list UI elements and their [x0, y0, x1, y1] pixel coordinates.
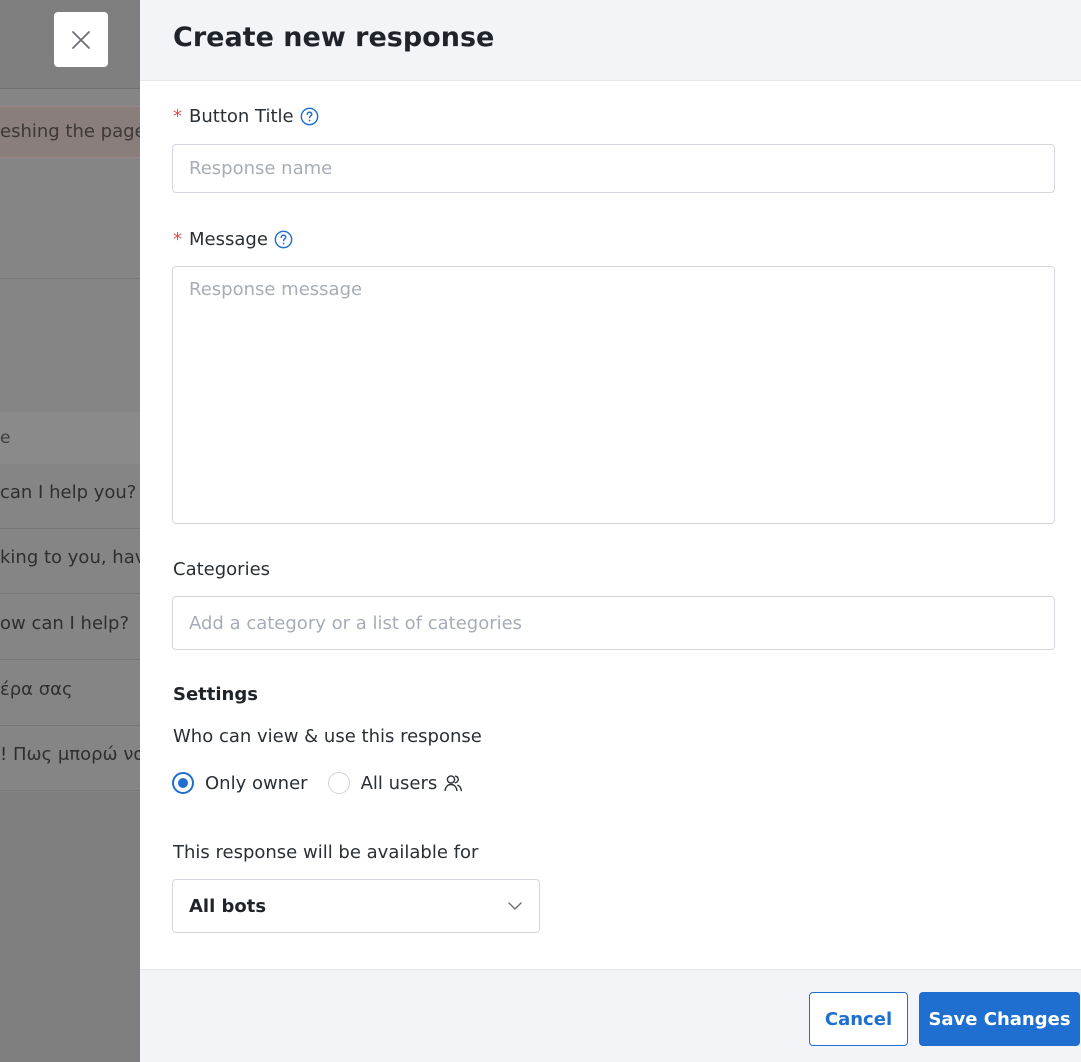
visibility-radio-group: Only owner All users: [172, 772, 483, 794]
settings-title: Settings: [173, 684, 258, 705]
background-divider: [0, 88, 140, 89]
background-divider: [0, 278, 140, 279]
radio-option-only-owner[interactable]: Only owner: [172, 772, 308, 794]
background-table-header: e: [0, 412, 140, 464]
help-circle-icon[interactable]: [300, 107, 319, 126]
users-icon: [444, 775, 463, 792]
background-row: king to you, have: [0, 529, 140, 594]
background-row-text: can I help you?: [0, 482, 137, 503]
radio-all-users-label: All users: [360, 772, 438, 794]
background-row: ! Πως μπορώ να: [0, 726, 140, 791]
button-title-label: * Button Title: [173, 106, 319, 127]
cancel-button[interactable]: Cancel: [809, 992, 908, 1046]
background-row: έρα σας: [0, 661, 140, 726]
drawer-title: Create new response: [173, 22, 495, 53]
background-row: can I help you?: [0, 464, 140, 529]
message-textarea[interactable]: [172, 266, 1055, 524]
required-mark: *: [173, 229, 182, 250]
availability-select[interactable]: All bots: [172, 879, 540, 933]
radio-only-owner-label: Only owner: [205, 772, 308, 794]
availability-select-value: All bots: [189, 895, 267, 917]
close-drawer-button[interactable]: [54, 12, 108, 67]
help-circle-icon[interactable]: [274, 230, 293, 249]
required-mark: *: [173, 106, 182, 127]
categories-label-text: Categories: [173, 559, 271, 580]
background-row-text: έρα σας: [0, 679, 73, 700]
save-changes-button[interactable]: Save Changes: [919, 992, 1080, 1046]
message-label: * Message: [173, 229, 293, 250]
background-table-header-text: e: [0, 428, 11, 448]
background-row: ow can I help?: [0, 595, 140, 660]
radio-only-owner[interactable]: [172, 772, 194, 794]
drawer-footer: Cancel Save Changes: [140, 969, 1081, 1062]
drawer-header: Create new response: [140, 0, 1081, 81]
background-page: eshing the page e can I help you? king t…: [0, 0, 140, 1062]
close-icon: [72, 30, 90, 49]
background-banner: eshing the page: [0, 106, 140, 158]
background-row-text: ! Πως μπορώ να: [0, 744, 140, 765]
radio-option-all-users[interactable]: All users: [327, 772, 464, 794]
availability-label: This response will be available for: [173, 842, 479, 863]
button-title-input[interactable]: [172, 144, 1055, 193]
background-banner-text: eshing the page: [0, 121, 140, 142]
chevron-down-icon: [508, 902, 522, 910]
categories-input[interactable]: [172, 596, 1055, 650]
message-label-text: Message: [189, 229, 268, 250]
button-title-label-text: Button Title: [189, 106, 294, 127]
background-row-text: king to you, have: [0, 547, 140, 568]
visibility-label: Who can view & use this response: [173, 726, 482, 747]
create-response-drawer: Create new response * Button Title * Mes…: [140, 0, 1081, 1062]
categories-label: Categories: [173, 559, 270, 580]
background-row-text: ow can I help?: [0, 613, 130, 634]
radio-all-users[interactable]: [327, 772, 350, 794]
